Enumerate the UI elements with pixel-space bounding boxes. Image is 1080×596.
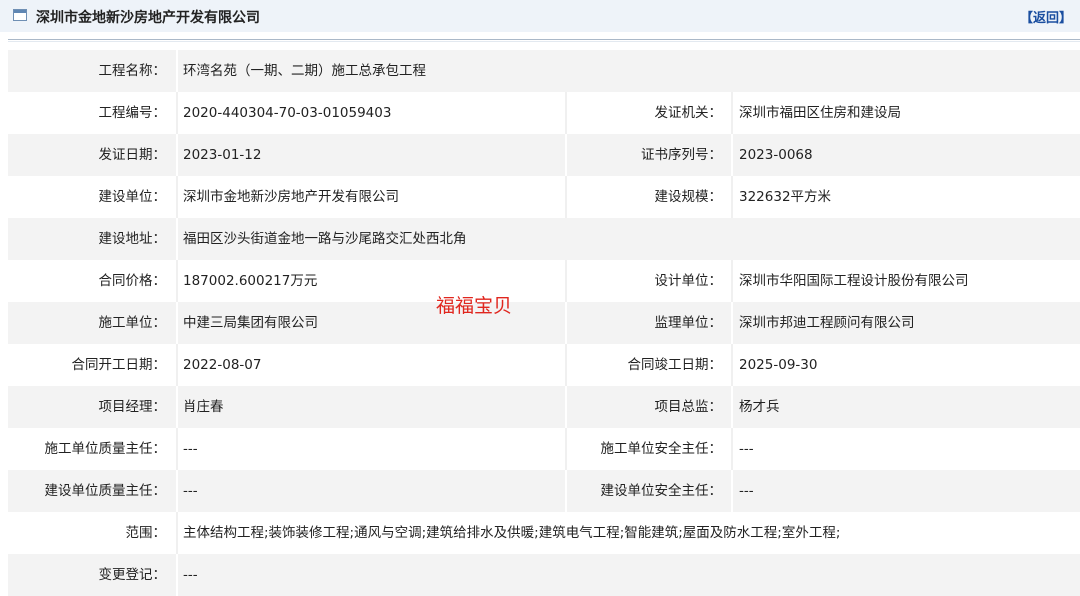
project-info-table: 工程名称： 环湾名苑（一期、二期）施工总承包工程 工程编号： 2020-4403… [8, 50, 1080, 596]
developer-label: 建设单位： [98, 189, 167, 205]
cell-divider [176, 134, 178, 176]
project-manager-label: 项目经理： [98, 399, 167, 415]
row-contractor: 施工单位： 中建三局集团有限公司 监理单位： 深圳市邦迪工程顾问有限公司 [8, 302, 1080, 344]
certificate-serial-value: 2023-0068 [739, 147, 813, 163]
row-contract-dates: 合同开工日期： 2022-08-07 合同竣工日期： 2025-09-30 [8, 344, 1080, 386]
contractor-value: 中建三局集团有限公司 [183, 315, 318, 331]
developer-value: 深圳市金地新沙房地产开发有限公司 [183, 189, 399, 205]
change-registration-value: --- [183, 567, 198, 583]
construction-scale-value: 322632平方米 [739, 189, 832, 205]
contractor-safety-value: --- [739, 441, 754, 457]
row-project-number: 工程编号： 2020-440304-70-03-01059403 发证机关： 深… [8, 92, 1080, 134]
row-managers: 项目经理： 肖庄春 项目总监： 杨才兵 [8, 386, 1080, 428]
cell-divider [731, 344, 733, 386]
cell-divider [731, 134, 733, 176]
row-change-registration: 变更登记： --- [8, 554, 1080, 596]
cell-divider [731, 176, 733, 218]
supervisor-unit-label: 监理单位： [654, 315, 723, 331]
project-name-value: 环湾名苑（一期、二期）施工总承包工程 [183, 63, 426, 79]
cell-divider [176, 512, 178, 554]
cell-divider [731, 386, 733, 428]
cell-divider [176, 386, 178, 428]
watermark-text: 福福宝贝 [436, 295, 513, 317]
contractor-label: 施工单位： [98, 315, 167, 331]
chief-supervisor-label: 项目总监： [654, 399, 723, 415]
cell-divider [176, 92, 178, 134]
design-unit-value: 深圳市华阳国际工程设计股份有限公司 [739, 273, 969, 289]
issue-date-label: 发证日期： [98, 147, 167, 163]
developer-safety-value: --- [739, 483, 754, 499]
design-unit-label: 设计单位： [654, 273, 723, 289]
cell-divider [731, 260, 733, 302]
issuing-authority-label: 发证机关： [654, 105, 723, 121]
cell-divider [176, 344, 178, 386]
developer-quality-label: 建设单位质量主任： [44, 483, 167, 499]
cell-divider [176, 50, 178, 92]
contractor-quality-label: 施工单位质量主任： [44, 441, 167, 457]
cell-divider [176, 302, 178, 344]
row-contractor-officers: 施工单位质量主任： --- 施工单位安全主任： --- [8, 428, 1080, 470]
row-developer-officers: 建设单位质量主任： --- 建设单位安全主任： --- [8, 470, 1080, 512]
project-name-label: 工程名称： [98, 63, 167, 79]
cell-divider [176, 554, 178, 596]
cell-divider [731, 428, 733, 470]
cell-divider [176, 470, 178, 512]
contractor-safety-label: 施工单位安全主任： [600, 441, 723, 457]
address-value: 福田区沙头街道金地一路与沙尾路交汇处西北角 [183, 231, 467, 247]
project-number-label: 工程编号： [98, 105, 167, 121]
divider-shadow [8, 41, 1080, 42]
construction-scale-label: 建设规模： [654, 189, 723, 205]
issue-date-value: 2023-01-12 [183, 147, 262, 163]
back-button[interactable]: 【返回】 [1020, 7, 1072, 26]
cell-divider [176, 176, 178, 218]
contract-price-value: 187002.600217万元 [183, 273, 318, 289]
page-header: 深圳市金地新沙房地产开发有限公司 【返回】 [0, 0, 1080, 32]
developer-safety-label: 建设单位安全主任： [600, 483, 723, 499]
completion-date-value: 2025-09-30 [739, 357, 818, 373]
chief-supervisor-value: 杨才兵 [739, 399, 780, 415]
contractor-quality-value: --- [183, 441, 198, 457]
scope-value: 主体结构工程;装饰装修工程;通风与空调;建筑给排水及供暖;建筑电气工程;智能建筑… [183, 525, 841, 541]
divider [8, 39, 1080, 40]
row-scope: 范围： 主体结构工程;装饰装修工程;通风与空调;建筑给排水及供暖;建筑电气工程;… [8, 512, 1080, 554]
row-address: 建设地址： 福田区沙头街道金地一路与沙尾路交汇处西北角 [8, 218, 1080, 260]
row-project-name: 工程名称： 环湾名苑（一期、二期）施工总承包工程 [8, 50, 1080, 92]
cell-divider [731, 302, 733, 344]
address-label: 建设地址： [98, 231, 167, 247]
row-developer: 建设单位： 深圳市金地新沙房地产开发有限公司 建设规模： 322632平方米 [8, 176, 1080, 218]
issuing-authority-value: 深圳市福田区住房和建设局 [739, 105, 901, 121]
cell-divider [176, 260, 178, 302]
cell-divider [176, 218, 178, 260]
supervisor-unit-value: 深圳市邦迪工程顾问有限公司 [739, 315, 915, 331]
project-manager-value: 肖庄春 [183, 399, 224, 415]
scope-label: 范围： [125, 525, 167, 541]
certificate-serial-label: 证书序列号： [641, 147, 722, 163]
row-contract-price: 合同价格： 187002.600217万元 设计单位： 深圳市华阳国际工程设计股… [8, 260, 1080, 302]
contract-price-label: 合同价格： [98, 273, 167, 289]
start-date-value: 2022-08-07 [183, 357, 262, 373]
cell-divider [731, 470, 733, 512]
row-issue-date: 发证日期： 2023-01-12 证书序列号： 2023-0068 [8, 134, 1080, 176]
page-title: 深圳市金地新沙房地产开发有限公司 [36, 10, 260, 26]
developer-quality-value: --- [183, 483, 198, 499]
change-registration-label: 变更登记： [98, 567, 167, 583]
start-date-label: 合同开工日期： [71, 357, 167, 373]
cell-divider [731, 92, 733, 134]
completion-date-label: 合同竣工日期： [627, 357, 723, 373]
project-number-value: 2020-440304-70-03-01059403 [183, 105, 392, 121]
window-icon [13, 9, 27, 21]
cell-divider [176, 428, 178, 470]
